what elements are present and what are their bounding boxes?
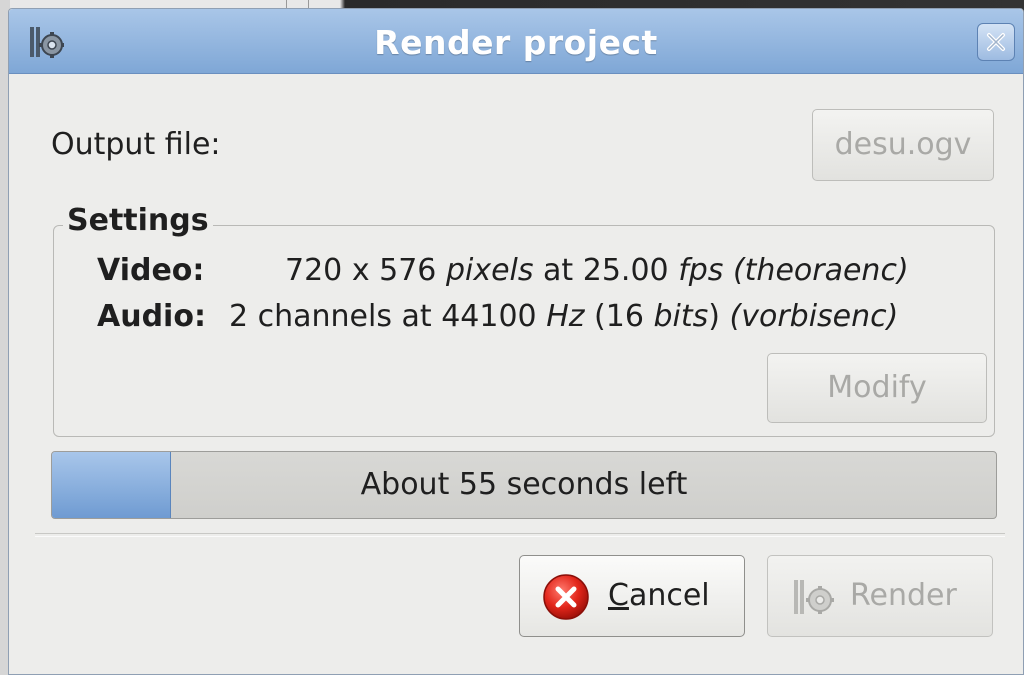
render-progress-bar: About 55 seconds left xyxy=(51,451,997,519)
cancel-icon xyxy=(543,574,589,620)
modify-button[interactable]: Modify xyxy=(767,353,987,423)
window-title: Render project xyxy=(374,23,658,62)
video-value: 720 x 576 pixels at 25.00 fps (theoraenc… xyxy=(285,253,909,288)
render-project-dialog: Render project Output file: desu.ogv Set… xyxy=(8,8,1024,675)
close-icon xyxy=(987,33,1005,51)
progress-text: About 55 seconds left xyxy=(360,467,688,502)
button-separator xyxy=(35,533,1005,537)
video-label: Video: xyxy=(97,253,205,288)
audio-label: Audio: xyxy=(97,299,206,334)
cancel-button[interactable]: Cancel xyxy=(519,555,745,637)
render-gear-icon xyxy=(794,580,834,614)
output-file-label: Output file: xyxy=(51,127,221,162)
title-bar[interactable]: Render project xyxy=(9,9,1023,74)
cancel-label: Cancel xyxy=(608,578,710,613)
close-button[interactable] xyxy=(977,23,1015,61)
output-file-button[interactable]: desu.ogv xyxy=(812,109,994,181)
settings-title: Settings xyxy=(63,203,213,238)
render-button[interactable]: Render xyxy=(767,555,993,637)
render-label: Render xyxy=(850,578,957,613)
audio-value: 2 channels at 44100 Hz (16 bits) (vorbis… xyxy=(229,299,899,334)
